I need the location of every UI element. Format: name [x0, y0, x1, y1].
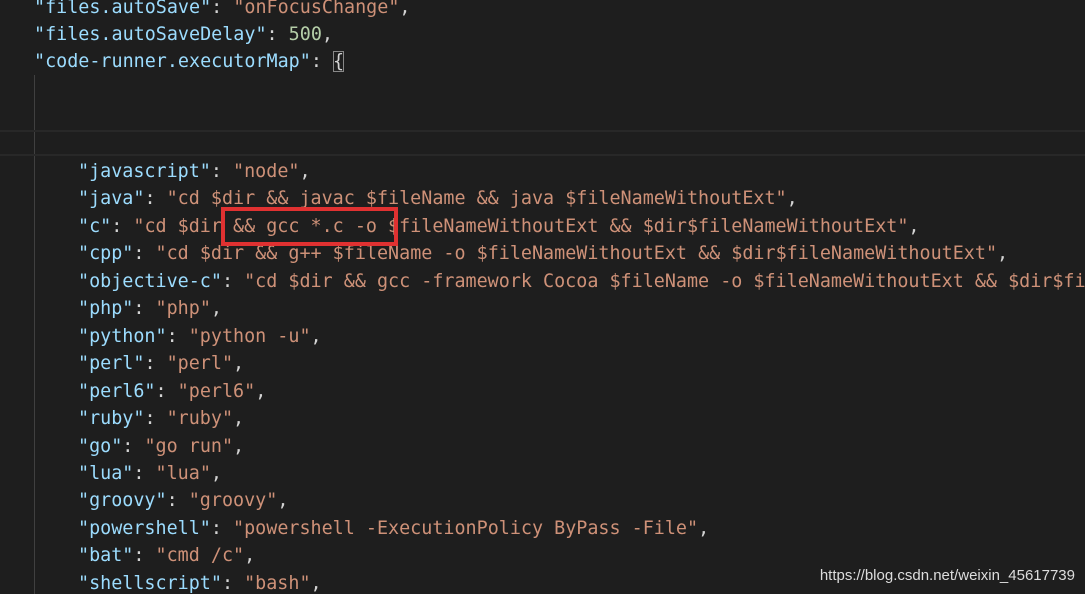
- json-string-value: "perl6": [177, 380, 256, 402]
- json-key: "code-runner.executorMap": [34, 51, 311, 72]
- json-separator: :: [155, 380, 178, 402]
- code-line-executor-entry[interactable]: "cpp": "cd $dir && g++ $fileName -o $fil…: [78, 240, 1008, 267]
- json-comma: ,: [299, 161, 311, 182]
- json-number-value: 500: [288, 24, 322, 45]
- json-key: "files.autoSaveDelay": [34, 24, 267, 45]
- json-comma: ,: [997, 243, 1009, 265]
- json-comma: ,: [244, 545, 256, 567]
- json-key: "files.autoSave": [34, 0, 212, 18]
- json-separator: :: [166, 490, 189, 512]
- json-separator: :: [211, 0, 234, 18]
- json-string-value: "lua": [155, 462, 211, 484]
- json-string-value: "powershell -ExecutionPolicy ByPass -Fil…: [233, 517, 699, 539]
- json-key: "ruby": [78, 408, 145, 430]
- json-key: "perl6": [78, 380, 156, 402]
- code-line-executor-entry[interactable]: "bat": "cmd /c",: [78, 542, 255, 569]
- json-string-value: "go run": [144, 435, 234, 457]
- json-key: "powershell": [78, 517, 211, 539]
- json-string-value: "bash": [244, 572, 311, 594]
- json-separator: :: [266, 24, 289, 45]
- code-line-executor-entry[interactable]: "go": "go run",: [78, 433, 244, 460]
- json-string-value: "ruby": [166, 408, 234, 430]
- json-string-value: "node": [233, 161, 300, 182]
- json-string-value: "cd $dir && g++ $fileName -o $fileNameWi…: [155, 243, 998, 265]
- json-separator: :: [122, 435, 145, 457]
- json-separator: :: [144, 408, 167, 430]
- json-comma: ,: [233, 353, 245, 375]
- code-line-executor-entry[interactable]: "shellscript": "bash",: [78, 570, 322, 594]
- json-key: "c": [78, 215, 112, 237]
- json-comma: ,: [399, 0, 411, 18]
- json-key: "cpp": [78, 243, 134, 265]
- json-string-value: "cd $dir && gcc -framework Cocoa $fileNa…: [244, 270, 1085, 292]
- json-key: "objective-c": [78, 270, 222, 292]
- json-comma: ,: [210, 298, 222, 320]
- code-line-executor-entry[interactable]: "groovy": "groovy",: [78, 487, 288, 514]
- code-line-executor-entry[interactable]: "lua": "lua",: [78, 460, 222, 487]
- code-line-executor-entry[interactable]: "ruby": "ruby",: [78, 405, 244, 432]
- json-separator: :: [221, 270, 245, 292]
- open-brace-matched: {: [332, 51, 345, 72]
- json-comma: ,: [908, 215, 920, 237]
- json-separator: :: [310, 51, 333, 72]
- code-line-executor-entry[interactable]: "php": "php",: [78, 295, 222, 322]
- json-separator: :: [210, 517, 234, 539]
- code-line-executor-entry[interactable]: "c": "cd $dir && gcc *.c -o $fileNameWit…: [78, 213, 920, 240]
- json-key: "shellscript": [78, 572, 222, 594]
- json-comma: ,: [210, 462, 222, 484]
- code-line-executor-entry[interactable]: "java": "cd $dir && javac $fileName && j…: [78, 185, 798, 212]
- json-string-value: "onFocusChange": [233, 0, 400, 18]
- code-line-executor-entry[interactable]: "javascript": "node",: [78, 158, 311, 185]
- code-line-executor-entry[interactable]: "perl6": "perl6",: [78, 378, 266, 405]
- json-key: "groovy": [78, 490, 167, 512]
- json-string-value: "cmd /c": [155, 545, 245, 567]
- json-separator: :: [133, 545, 156, 567]
- json-key: "perl": [78, 353, 145, 375]
- code-line-executor-entry[interactable]: "perl": "perl",: [78, 350, 244, 377]
- json-string-value: "python -u": [188, 325, 311, 347]
- json-separator: :: [133, 462, 156, 484]
- json-key: "java": [78, 188, 145, 210]
- json-key: "lua": [78, 462, 134, 484]
- json-separator: :: [133, 243, 156, 265]
- json-comma: ,: [233, 435, 245, 457]
- json-comma: ,: [310, 572, 322, 594]
- code-editor[interactable]: "files.autoSave": "onFocusChange", "file…: [0, 0, 1085, 594]
- watermark-text: https://blog.csdn.net/weixin_45617739: [819, 567, 1075, 584]
- json-key: "python": [78, 325, 167, 347]
- json-comma: ,: [233, 408, 245, 430]
- json-separator: :: [144, 188, 167, 210]
- code-line-files-autosave[interactable]: "files.autoSave": "onFocusChange",: [34, 0, 410, 21]
- json-comma: ,: [321, 24, 333, 45]
- code-line-executor-entry[interactable]: "python": "python -u",: [78, 323, 322, 350]
- json-string-value: "groovy": [188, 490, 278, 512]
- json-separator: :: [221, 572, 245, 594]
- json-string-value: "php": [155, 298, 211, 320]
- json-separator: :: [111, 215, 134, 237]
- json-comma: ,: [310, 325, 322, 347]
- json-key: "go": [78, 435, 123, 457]
- code-line-executor-entry[interactable]: "powershell": "powershell -ExecutionPoli…: [78, 515, 709, 542]
- json-comma: ,: [698, 517, 710, 539]
- code-line-files-autosave-delay[interactable]: "files.autoSaveDelay": 500,: [34, 21, 333, 48]
- json-key: "bat": [78, 545, 134, 567]
- json-comma: ,: [786, 188, 798, 210]
- json-key: "javascript": [78, 161, 211, 182]
- code-line-executor-map[interactable]: "code-runner.executorMap": {: [34, 48, 345, 75]
- code-line-executor-entry[interactable]: "objective-c": "cd $dir && gcc -framewor…: [78, 268, 1085, 295]
- json-separator: :: [210, 161, 234, 182]
- json-separator: :: [133, 298, 156, 320]
- json-key: "php": [78, 298, 134, 320]
- json-separator: :: [144, 353, 167, 375]
- json-string-value: "perl": [166, 353, 234, 375]
- json-separator: :: [166, 325, 189, 347]
- blank-line-band: [0, 130, 1085, 156]
- json-comma: ,: [255, 380, 267, 402]
- json-comma: ,: [277, 490, 289, 512]
- annotation-highlight-box: [221, 207, 398, 246]
